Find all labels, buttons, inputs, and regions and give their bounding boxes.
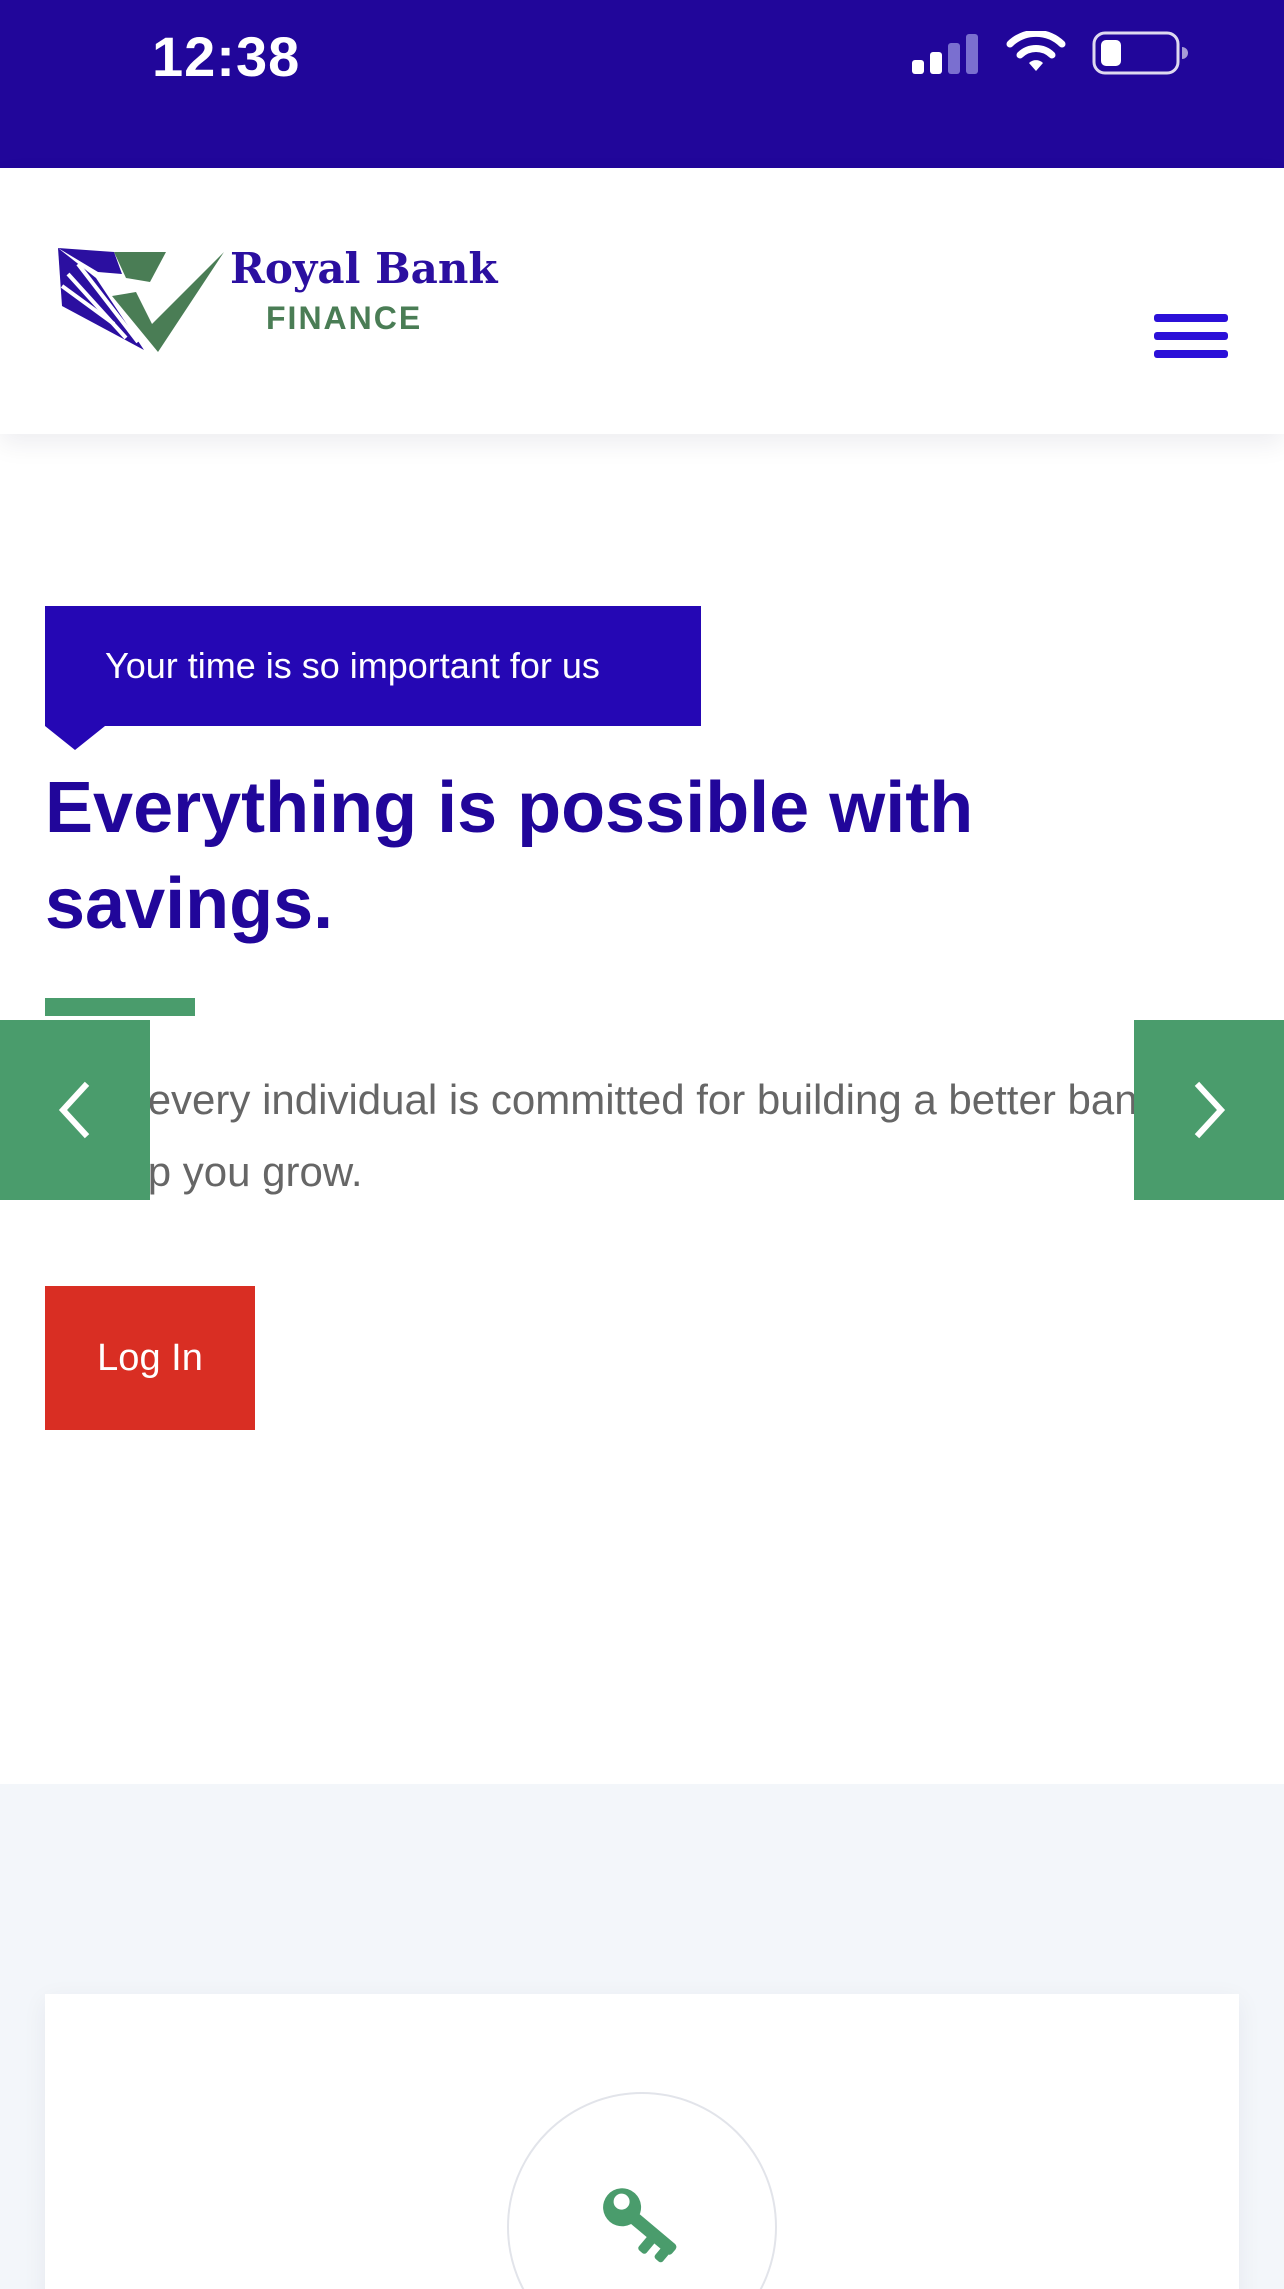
logo[interactable]: Royal Bank FINANCE (54, 242, 498, 358)
slider-next-button[interactable] (1134, 1020, 1284, 1200)
status-icons (912, 30, 1188, 76)
tagline-pointer (45, 726, 105, 750)
login-button[interactable]: Log In (45, 1286, 255, 1430)
hero-slider: Your time is so important for us Everyth… (0, 434, 1284, 1784)
chevron-left-icon (58, 1081, 90, 1139)
hamburger-menu-icon (1154, 314, 1228, 322)
title-accent-bar (45, 998, 195, 1016)
logo-name: Royal Bank (230, 244, 498, 293)
features-section (0, 1784, 1284, 2289)
status-time: 12:38 (152, 25, 301, 88)
key-icon (603, 2188, 677, 2263)
status-bar: 12:38 (0, 0, 1284, 168)
feature-icon-circle (507, 2092, 777, 2289)
battery-icon (1092, 30, 1188, 76)
slider-prev-button[interactable] (0, 1020, 150, 1200)
logo-subtitle: FINANCE (266, 300, 423, 336)
hero-title: Everything is possible with savings. (45, 768, 974, 944)
feature-card (45, 1994, 1239, 2289)
logo-mark-icon (58, 248, 224, 352)
wifi-icon (1006, 31, 1066, 75)
hero-description: Here every individual is committed for b… (45, 1076, 1215, 1195)
chevron-right-icon (1194, 1081, 1226, 1139)
tagline-badge: Your time is so important for us (45, 606, 701, 726)
cellular-signal-icon (912, 32, 980, 74)
site-header: Royal Bank FINANCE (0, 168, 1284, 434)
page: 12:38 Royal Bank FINANCE Your time is so… (0, 0, 1284, 2289)
hamburger-menu-button[interactable] (1150, 312, 1230, 364)
